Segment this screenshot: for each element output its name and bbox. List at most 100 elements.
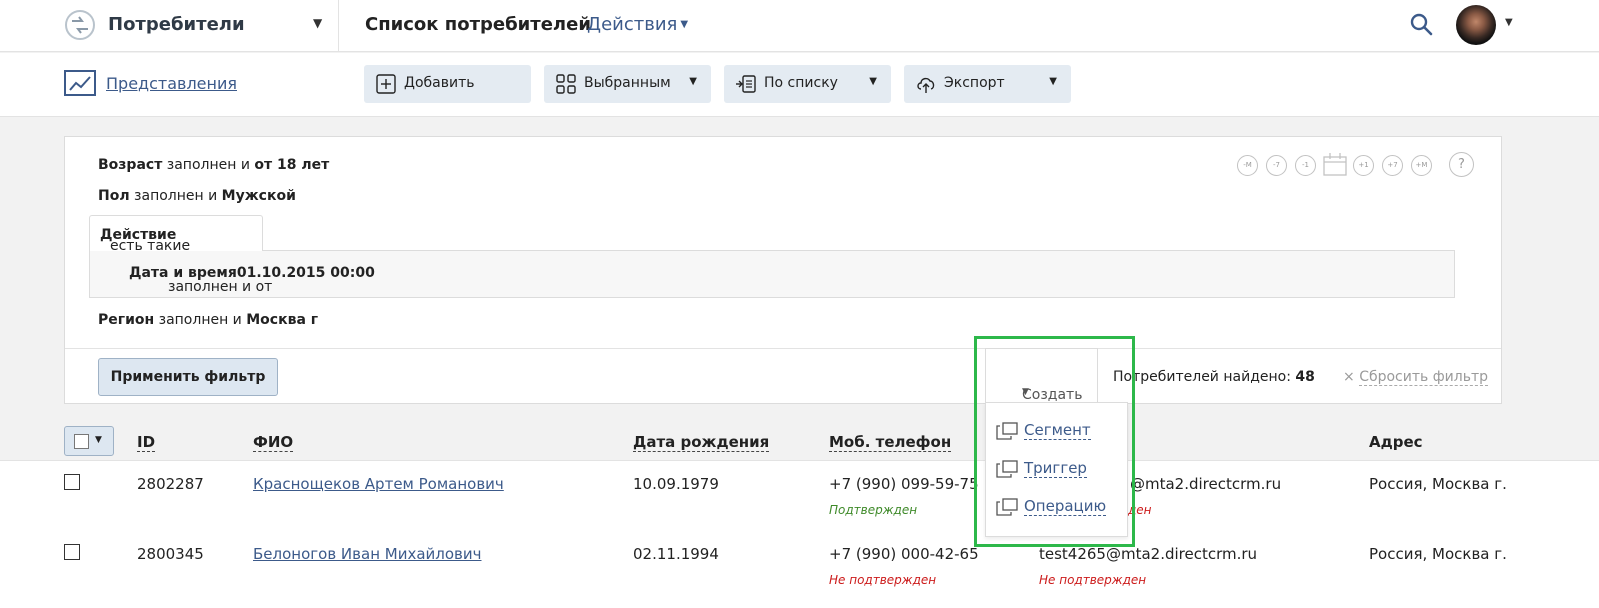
- by-list-button-label: По списку: [764, 75, 838, 91]
- cell-email: @mta2.directcrm.ru: [1130, 475, 1282, 493]
- cell-birth-date: 02.11.1994: [633, 545, 719, 563]
- views-chart-icon[interactable]: [63, 68, 97, 98]
- table-body: 2802287 Краснощеков Артем Романович 10.0…: [0, 461, 1599, 608]
- filter-action-date[interactable]: Дата и время заполнен и от 01.10.2015 00…: [129, 265, 375, 295]
- date-shortcut-minus-month-icon[interactable]: -M: [1237, 155, 1258, 176]
- divider: [338, 0, 339, 52]
- plus-box-icon: [376, 74, 396, 94]
- page-title: Список потребителей: [365, 14, 591, 35]
- by-list-button[interactable]: По списку ▼: [724, 65, 891, 103]
- app-switch-caret-icon[interactable]: ▼: [313, 16, 322, 30]
- chevron-down-icon: ▼: [95, 435, 102, 445]
- filter-gender-cond: заполнен и: [129, 188, 222, 204]
- column-header-birth-date[interactable]: Дата рождения: [633, 433, 770, 452]
- checkbox: [74, 434, 89, 449]
- copy-icon: [996, 498, 1018, 516]
- list-import-icon: [736, 75, 756, 93]
- cell-name-link[interactable]: Краснощеков Артем Романович: [253, 475, 504, 493]
- date-shortcut-minus-7-icon[interactable]: -7: [1266, 155, 1287, 176]
- apply-filter-button[interactable]: Применить фильтр: [98, 358, 278, 396]
- divider: [65, 348, 1501, 349]
- actions-menu[interactable]: Действия ▼: [587, 14, 688, 35]
- grid-icon: [556, 74, 576, 94]
- user-menu-caret-icon[interactable]: ▼: [1505, 17, 1513, 28]
- cloud-upload-icon: [917, 77, 935, 93]
- row-checkbox[interactable]: [64, 474, 80, 490]
- export-button-label: Экспорт: [944, 75, 1005, 91]
- email-status: Не подтвержден: [1039, 573, 1147, 587]
- cell-phone: +7 (990) 099-59-75: [829, 475, 979, 493]
- column-header-address: Адрес: [1369, 433, 1423, 451]
- table-row: 2802287 Краснощеков Артем Романович 10.0…: [0, 461, 1599, 531]
- add-button[interactable]: Добавить: [364, 65, 531, 103]
- reset-filter-label: Сбросить фильтр: [1359, 369, 1489, 386]
- found-count: Потребителей найдено: 48: [1113, 369, 1315, 385]
- filter-region[interactable]: Регион заполнен и Москва г: [98, 312, 318, 328]
- customers-table: ▼ ID ФИО Дата рождения Моб. телефон Адре…: [0, 405, 1599, 608]
- filter-gender[interactable]: Пол заполнен и Мужской: [98, 188, 296, 204]
- cell-name-link[interactable]: Белоногов Иван Михайлович: [253, 545, 482, 563]
- cell-id: 2802287: [137, 475, 204, 493]
- chevron-down-icon: ▼: [680, 19, 689, 30]
- cell-email: test4265@mta2.directcrm.ru: [1039, 545, 1258, 563]
- date-shortcut-minus-1-icon[interactable]: -1: [1295, 155, 1316, 176]
- phone-status: Не подтвержден: [829, 573, 937, 587]
- create-trigger-label: Триггер: [1024, 459, 1087, 478]
- found-count-label: Потребителей найдено:: [1113, 369, 1296, 385]
- cell-birth-date: 10.09.1979: [633, 475, 719, 493]
- table-header: ▼ ID ФИО Дата рождения Моб. телефон Адре…: [0, 405, 1599, 460]
- create-operation-label: Операцию: [1024, 497, 1107, 516]
- column-header-id[interactable]: ID: [137, 433, 156, 452]
- search-icon[interactable]: [1408, 11, 1436, 39]
- toolbar: Представления Добавить Выбранным ▼ По сп…: [0, 53, 1599, 117]
- chevron-down-icon: ▼: [1022, 387, 1029, 397]
- table-row: 2800345 Белоногов Иван Михайлович 02.11.…: [0, 531, 1599, 601]
- actions-menu-label: Действия: [587, 14, 678, 35]
- cell-id: 2800345: [137, 545, 204, 563]
- filter-gender-field: Пол: [98, 188, 130, 204]
- selected-button[interactable]: Выбранным ▼: [544, 65, 711, 103]
- filter-age[interactable]: Возраст заполнен и от 18 лет: [98, 157, 329, 173]
- filter-age-value: от 18 лет: [254, 157, 330, 173]
- help-icon[interactable]: ?: [1449, 152, 1474, 177]
- filter-age-field: Возраст: [98, 157, 163, 173]
- app-logo-icon[interactable]: [62, 5, 98, 45]
- close-icon: ×: [1343, 369, 1355, 385]
- avatar[interactable]: [1456, 5, 1496, 45]
- app-title[interactable]: Потребители: [108, 14, 245, 35]
- calendar-icon[interactable]: [1322, 151, 1348, 177]
- email-status: ден: [1128, 503, 1152, 517]
- filter-action-tab[interactable]: Действие есть такие: [89, 215, 263, 254]
- column-header-name[interactable]: ФИО: [253, 433, 294, 452]
- copy-icon: [996, 460, 1018, 478]
- views-link[interactable]: Представления: [106, 74, 237, 93]
- create-dropdown-button[interactable]: Создать ▼: [985, 348, 1098, 403]
- chevron-down-icon: ▼: [1049, 76, 1057, 87]
- phone-status: Подтвержден: [829, 503, 918, 517]
- create-menu: Сегмент Триггер Операцию: [985, 402, 1128, 537]
- filter-gender-value: Мужской: [221, 188, 296, 204]
- filter-region-value: Москва г: [246, 312, 319, 328]
- chevron-down-icon: ▼: [869, 76, 877, 87]
- create-label: Создать: [1022, 387, 1083, 403]
- select-all-checkbox[interactable]: ▼: [64, 426, 114, 456]
- date-shortcut-plus-month-icon[interactable]: +M: [1411, 155, 1432, 176]
- cell-phone: +7 (990) 000-42-65: [829, 545, 979, 563]
- export-button[interactable]: Экспорт ▼: [904, 65, 1071, 103]
- create-segment-label: Сегмент: [1024, 421, 1091, 440]
- filter-action-cond: есть такие: [110, 238, 191, 254]
- filter-action-date-cond: заполнен и от: [168, 279, 273, 295]
- top-bar: Потребители ▼ Список потребителей Действ…: [0, 0, 1599, 52]
- filter-action-box: Дата и время заполнен и от 01.10.2015 00…: [89, 250, 1455, 298]
- date-shortcut-plus-7-icon[interactable]: +7: [1382, 155, 1403, 176]
- filter-region-cond: заполнен и: [154, 312, 247, 328]
- row-checkbox[interactable]: [64, 544, 80, 560]
- found-count-value: 48: [1295, 369, 1315, 385]
- date-shortcut-plus-1-icon[interactable]: +1: [1353, 155, 1374, 176]
- cell-address: Россия, Москва г.: [1369, 475, 1507, 493]
- add-button-label: Добавить: [404, 75, 475, 91]
- selected-button-label: Выбранным: [584, 75, 671, 91]
- column-header-phone[interactable]: Моб. телефон: [829, 433, 952, 452]
- cell-address: Россия, Москва г.: [1369, 545, 1507, 563]
- reset-filter-link[interactable]: × Сбросить фильтр: [1343, 369, 1489, 386]
